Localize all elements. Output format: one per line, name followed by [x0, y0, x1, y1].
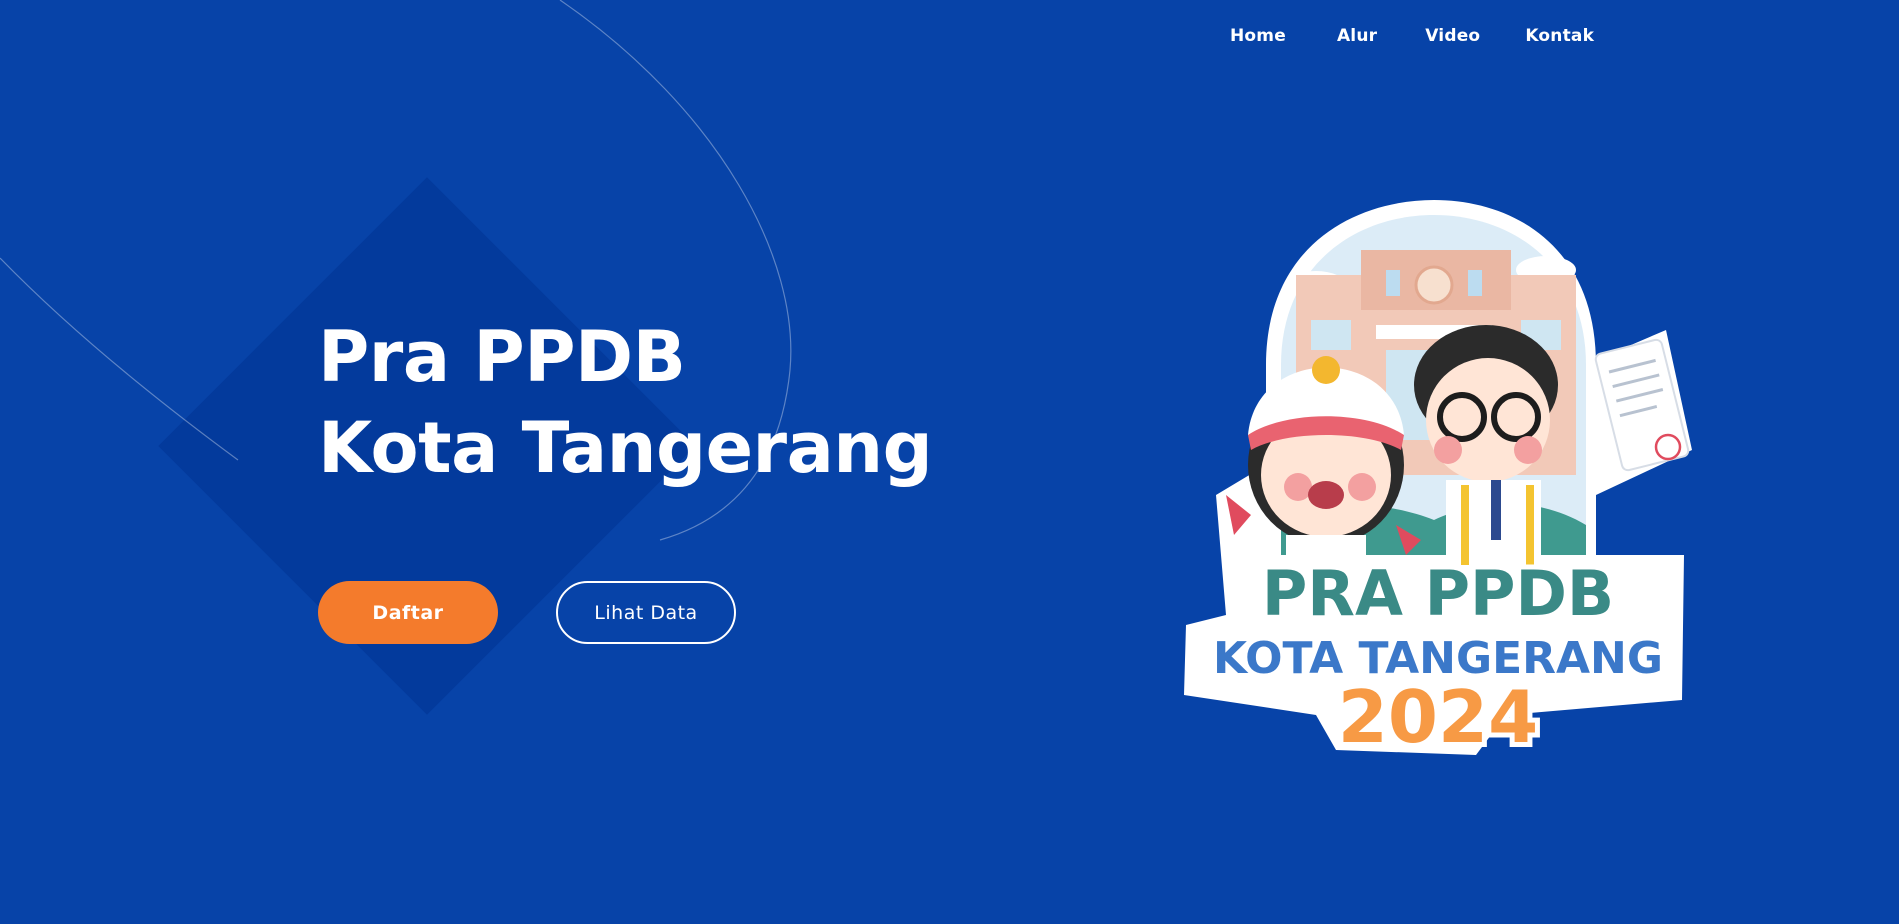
hero-title-line2: Kota Tangerang: [318, 407, 933, 489]
nav-link-kontak[interactable]: Kontak: [1525, 26, 1594, 46]
daftar-button[interactable]: Daftar: [318, 581, 498, 644]
hero-title: Pra PPDB Kota Tangerang: [318, 312, 933, 494]
nav-link-video[interactable]: Video: [1425, 26, 1480, 46]
nav-link-home[interactable]: Home: [1230, 26, 1286, 46]
top-navigation: Home Alur Video Kontak: [1210, 26, 1594, 46]
logo-text-year: 2024: [1338, 675, 1538, 759]
nav-link-alur[interactable]: Alur: [1337, 26, 1377, 46]
pra-ppdb-logo-illustration: PRA PPDB KOTA TANGERANG 2024: [1184, 200, 1692, 760]
lihat-data-button[interactable]: Lihat Data: [556, 581, 736, 644]
logo-text-pra-ppdb: PRA PPDB: [1262, 557, 1614, 630]
hero-title-line1: Pra PPDB: [318, 316, 686, 398]
